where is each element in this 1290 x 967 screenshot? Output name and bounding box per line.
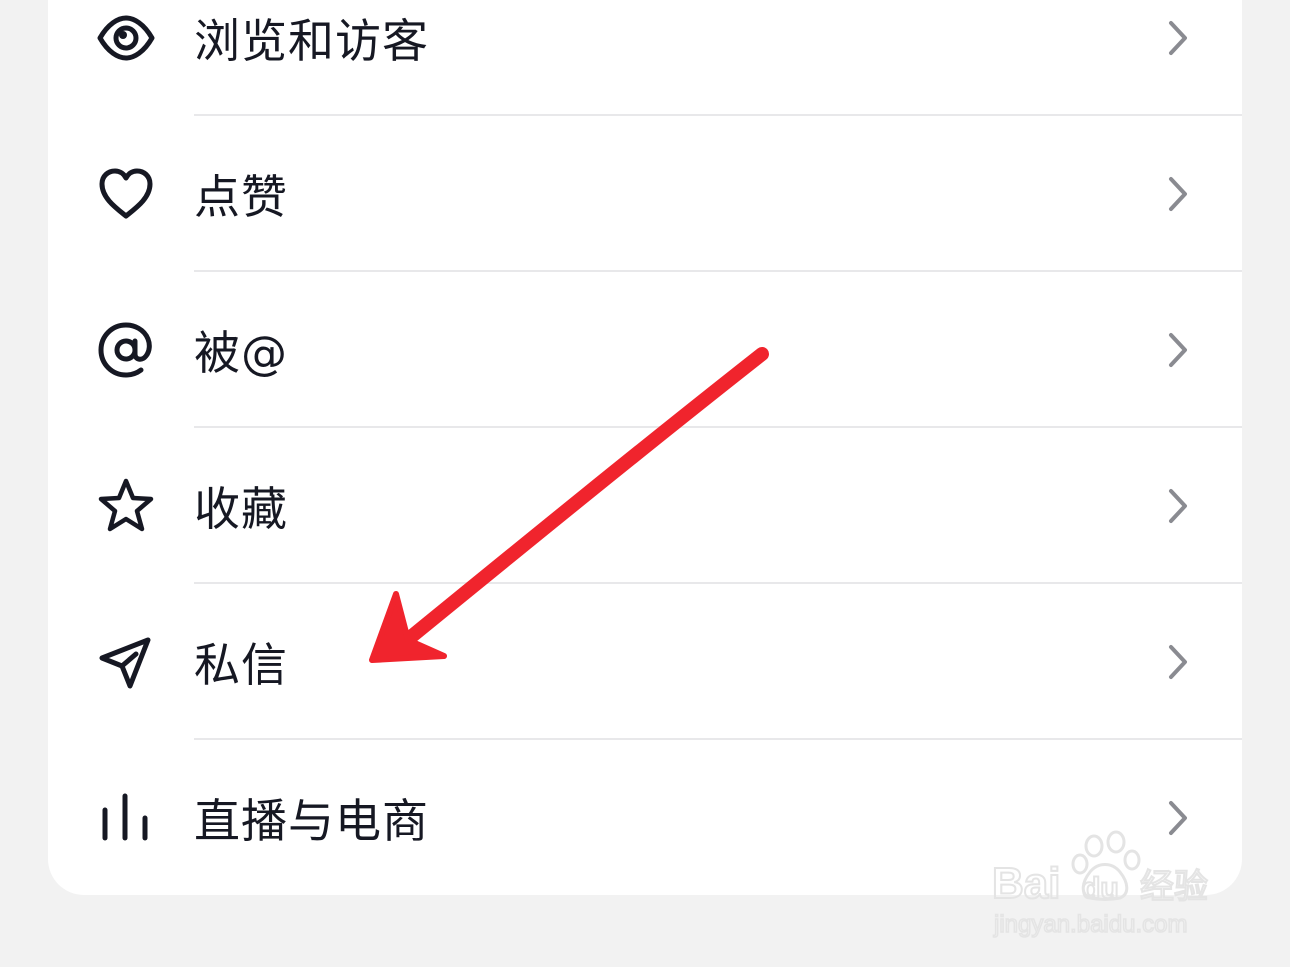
menu-item-label: 浏览和访客 [194,14,429,68]
eye-icon [96,8,156,68]
menu-item-live-ecommerce[interactable]: 直播与电商 [48,740,1242,896]
chevron-right-icon [1166,486,1190,526]
star-icon [96,476,156,536]
chevron-right-icon [1166,18,1190,58]
menu-item-label: 收藏 [194,482,288,536]
menu-item-favorites[interactable]: 收藏 [48,428,1242,584]
notification-settings-page: 浏览和访客 点赞 被@ 收藏 私信 直播与电商 Bai du 经验 jingya… [0,0,1290,967]
menu-item-likes[interactable]: 点赞 [48,116,1242,272]
menu-item-views-visitors[interactable]: 浏览和访客 [48,0,1242,116]
chevron-right-icon [1166,174,1190,214]
heart-icon [96,164,156,224]
paper-plane-icon [96,632,156,692]
menu-item-label: 被@ [194,326,288,380]
menu-item-direct-messages[interactable]: 私信 [48,584,1242,740]
menu-item-label: 点赞 [194,170,288,224]
menu-item-label: 私信 [194,638,288,692]
chevron-right-icon [1166,798,1190,838]
chevron-right-icon [1166,330,1190,370]
bar-chart-icon [96,788,156,848]
svg-text:jingyan.baidu.com: jingyan.baidu.com [993,911,1187,938]
at-icon [96,320,156,380]
chevron-right-icon [1166,642,1190,682]
menu-item-label: 直播与电商 [194,794,429,848]
menu-item-mentions[interactable]: 被@ [48,272,1242,428]
